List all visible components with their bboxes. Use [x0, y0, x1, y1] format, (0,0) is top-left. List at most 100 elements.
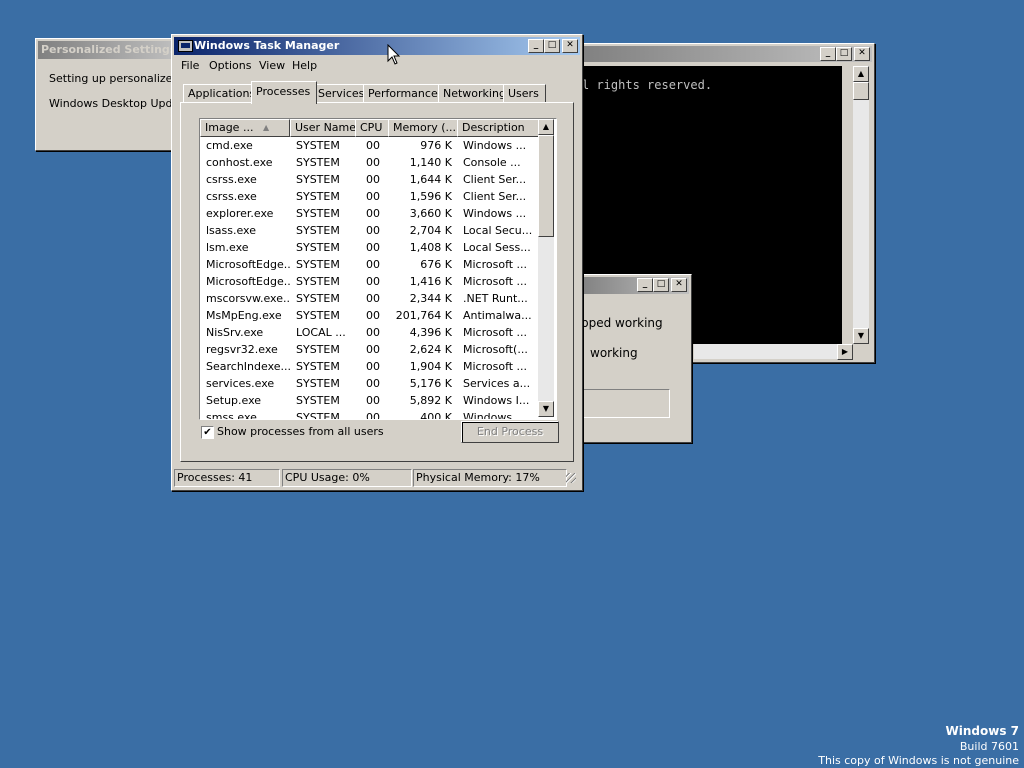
table-row[interactable]: cmd.exe SYSTEM 00 976 K Windows ...	[200, 137, 538, 154]
process-cpu: 00	[366, 139, 380, 152]
menu-options[interactable]: Options	[209, 59, 251, 72]
process-image-name: lsass.exe	[206, 224, 256, 237]
process-image-name: MsMpEng.exe	[206, 309, 282, 322]
process-scroll-thumb[interactable]	[538, 135, 554, 237]
task-manager-window[interactable]: Windows Task Manager _ □ ✕ File Options …	[171, 34, 583, 491]
console-minimize-button[interactable]: _	[820, 47, 836, 61]
console-scroll-down-arrow[interactable]: ▼	[853, 328, 869, 344]
error-maximize-button[interactable]: □	[653, 278, 669, 292]
process-memory: 2,704 K	[409, 224, 452, 237]
table-row[interactable]: smss.exe SYSTEM 00 400 K Windows ...	[200, 409, 538, 419]
process-image-name: lsm.exe	[206, 241, 249, 254]
table-row[interactable]: Setup.exe SYSTEM 00 5,892 K Windows I...	[200, 392, 538, 409]
resize-grip-icon[interactable]	[566, 473, 576, 483]
show-all-processes-checkbox[interactable]: ✔	[201, 426, 214, 439]
process-cpu: 00	[366, 343, 380, 356]
table-row[interactable]: lsass.exe SYSTEM 00 2,704 K Local Secu...	[200, 222, 538, 239]
process-image-name: Setup.exe	[206, 394, 262, 407]
process-description: .NET Runt...	[463, 292, 528, 305]
table-row[interactable]: regsvr32.exe SYSTEM 00 2,624 K Microsoft(...	[200, 341, 538, 358]
column-header-description[interactable]: Description	[457, 119, 541, 137]
menu-file[interactable]: File	[181, 59, 199, 72]
process-cpu: 00	[366, 156, 380, 169]
process-image-name: services.exe	[206, 377, 275, 390]
tab-services[interactable]: Services	[313, 84, 367, 103]
table-row[interactable]: MicrosoftEdge... SYSTEM 00 1,416 K Microsoft…	[200, 273, 538, 290]
table-row[interactable]: lsm.exe SYSTEM 00 1,408 K Local Sess...	[200, 239, 538, 256]
tab-applications[interactable]: Applications	[183, 84, 255, 103]
process-list[interactable]: Image ... ▲ User Name CPU Memory (... De…	[199, 118, 557, 420]
process-memory: 1,644 K	[409, 173, 452, 186]
process-description: Console ...	[463, 156, 521, 169]
process-user-name: SYSTEM	[296, 411, 340, 419]
tab-performance[interactable]: Performance	[363, 84, 441, 103]
process-cpu: 00	[366, 377, 380, 390]
table-row[interactable]: conhost.exe SYSTEM 00 1,140 K Console ...	[200, 154, 538, 171]
console-hscrollbar[interactable]: ▶	[694, 344, 853, 360]
process-image-name: NisSrv.exe	[206, 326, 264, 339]
console-maximize-button[interactable]: □	[836, 47, 852, 61]
console-vscrollbar[interactable]: ▲ ▼	[853, 66, 869, 344]
process-cpu: 00	[366, 224, 380, 237]
status-cpu-usage: CPU Usage: 0%	[282, 469, 412, 487]
table-row[interactable]: SearchIndexe... SYSTEM 00 1,904 K Microsoft …	[200, 358, 538, 375]
table-row[interactable]: NisSrv.exe LOCAL ... 00 4,396 K Microsoft ..…	[200, 324, 538, 341]
process-description: Local Sess...	[463, 241, 531, 254]
table-row[interactable]: services.exe SYSTEM 00 5,176 K Services a...	[200, 375, 538, 392]
process-list-vscrollbar[interactable]: ▲ ▼	[538, 119, 554, 417]
process-memory: 400 K	[420, 411, 452, 419]
task-manager-maximize-button[interactable]: □	[544, 39, 560, 53]
status-bar: Processes: 41 CPU Usage: 0% Physical Mem…	[174, 469, 578, 487]
column-header-cpu[interactable]: CPU	[355, 119, 389, 137]
personalized-settings-title[interactable]: Personalized Settings	[38, 41, 178, 59]
column-header-memory[interactable]: Memory (...	[388, 119, 458, 137]
table-row[interactable]: mscorsvw.exe... SYSTEM 00 2,344 K .NET Runt.…	[200, 290, 538, 307]
process-memory: 201,764 K	[395, 309, 452, 322]
console-scroll-right-arrow[interactable]: ▶	[837, 344, 853, 360]
end-process-button[interactable]: End Process	[461, 421, 559, 443]
process-scroll-down-arrow[interactable]: ▼	[538, 401, 554, 417]
process-cpu: 00	[366, 292, 380, 305]
process-description: Client Ser...	[463, 173, 527, 186]
error-minimize-button[interactable]: _	[637, 278, 653, 292]
table-row[interactable]: MsMpEng.exe SYSTEM 00 201,764 K Antimalwa...	[200, 307, 538, 324]
process-user-name: SYSTEM	[296, 343, 340, 356]
process-scroll-up-arrow[interactable]: ▲	[538, 119, 554, 135]
console-scroll-up-arrow[interactable]: ▲	[853, 66, 869, 82]
column-header-user-name[interactable]: User Name	[290, 119, 356, 137]
process-memory: 2,344 K	[409, 292, 452, 305]
process-cpu: 00	[366, 173, 380, 186]
process-user-name: SYSTEM	[296, 292, 340, 305]
table-row[interactable]: csrss.exe SYSTEM 00 1,596 K Client Ser...	[200, 188, 538, 205]
process-description: Microsoft ...	[463, 360, 528, 373]
show-all-processes-label[interactable]: Show processes from all users	[217, 425, 384, 438]
task-manager-close-button[interactable]: ✕	[562, 39, 578, 53]
watermark-build: Build 7601	[959, 740, 1019, 753]
tab-networking[interactable]: Networking	[438, 84, 506, 103]
process-user-name: SYSTEM	[296, 241, 340, 254]
error-line-1: pped working	[581, 316, 663, 330]
process-user-name: SYSTEM	[296, 275, 340, 288]
error-close-button[interactable]: ✕	[671, 278, 687, 292]
task-manager-minimize-button[interactable]: _	[528, 39, 544, 53]
error-dialog-window[interactable]: _ □ ✕ pped working working	[575, 274, 692, 443]
console-scroll-thumb[interactable]	[853, 82, 869, 100]
menu-help[interactable]: Help	[292, 59, 317, 72]
process-cpu: 00	[366, 241, 380, 254]
personalized-settings-window[interactable]: Personalized Settings Setting up persona…	[35, 38, 195, 151]
table-row[interactable]: MicrosoftEdge... SYSTEM 00 676 K Microsoft .…	[200, 256, 538, 273]
process-description: Services a...	[463, 377, 531, 390]
process-cpu: 00	[366, 394, 380, 407]
table-row[interactable]: explorer.exe SYSTEM 00 3,660 K Windows ...	[200, 205, 538, 222]
menu-view[interactable]: View	[259, 59, 285, 72]
processes-tab-page: Image ... ▲ User Name CPU Memory (... De…	[180, 102, 574, 462]
column-header-image[interactable]: Image ... ▲	[200, 119, 290, 137]
tab-processes[interactable]: Processes	[251, 81, 317, 104]
process-cpu: 00	[366, 258, 380, 271]
tab-users[interactable]: Users	[503, 84, 546, 103]
table-row[interactable]: csrss.exe SYSTEM 00 1,644 K Client Ser...	[200, 171, 538, 188]
process-description: Microsoft(...	[463, 343, 528, 356]
process-description: Windows ...	[463, 411, 527, 419]
task-manager-titlebar[interactable]: Windows Task Manager	[174, 37, 580, 55]
console-close-button[interactable]: ✕	[854, 47, 870, 61]
